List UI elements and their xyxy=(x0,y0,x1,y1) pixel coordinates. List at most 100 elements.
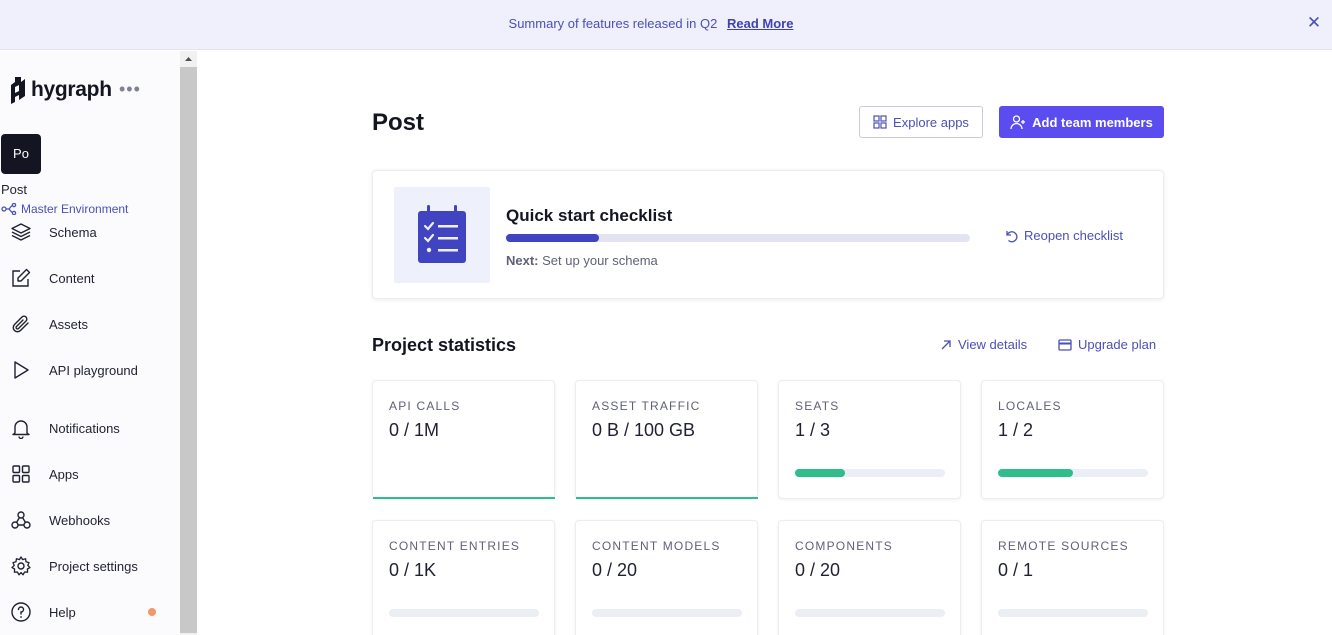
next-step-text: Set up your schema xyxy=(542,253,658,268)
stat-value: 0 B / 100 GB xyxy=(592,420,696,440)
stat-card-remote-sources: REMOTE SOURCES 0 / 1 xyxy=(981,520,1164,635)
stat-label: CONTENT MODELS xyxy=(592,539,721,553)
undo-icon xyxy=(1006,230,1018,242)
view-details-label: View details xyxy=(958,337,1028,352)
sidebar-item-project-settings[interactable]: Project settings xyxy=(0,548,180,584)
stat-label: COMPONENTS xyxy=(795,539,894,553)
next-prefix: Next: xyxy=(506,253,539,268)
stat-card-content-entries: CONTENT ENTRIES 0 / 1K xyxy=(372,520,555,635)
stat-card-api-calls: API CALLS 0 / 1M xyxy=(372,380,555,499)
project-avatar[interactable]: Po xyxy=(1,134,41,174)
layers-icon xyxy=(11,223,31,241)
arrow-up-right-icon xyxy=(941,339,951,349)
apps-grid-icon xyxy=(873,115,887,129)
stat-usage-bar xyxy=(592,609,742,617)
sidebar-item-label: Project settings xyxy=(49,558,138,574)
close-icon: ✕ xyxy=(1306,13,1322,32)
reopen-checklist-button[interactable]: Reopen checklist xyxy=(1004,228,1123,243)
credit-card-icon xyxy=(1058,338,1072,351)
banner-content: Summary of features released in Q2 Read … xyxy=(0,16,1302,31)
sidebar-item-content[interactable]: Content xyxy=(0,260,180,296)
view-details-link[interactable]: View details xyxy=(940,337,1027,352)
stat-value: 0 / 20 xyxy=(592,560,638,580)
announcement-banner: Summary of features released in Q2 Read … xyxy=(0,0,1332,50)
stat-usage-fill xyxy=(795,469,845,477)
stat-value: 1 / 3 xyxy=(795,420,831,440)
stat-usage-line xyxy=(576,497,758,499)
stat-card-asset-traffic: ASSET TRAFFIC 0 B / 100 GB xyxy=(575,380,758,499)
grid-icon xyxy=(12,465,30,483)
stat-value: 0 / 1K xyxy=(389,560,437,580)
help-icon xyxy=(11,602,31,622)
banner-close-button[interactable]: ✕ xyxy=(1304,13,1324,33)
sidebar-item-label: API playground xyxy=(49,362,138,378)
stat-card-content-models: CONTENT MODELS 0 / 20 xyxy=(575,520,758,635)
stat-usage-bar xyxy=(389,609,539,617)
stat-value: 1 / 2 xyxy=(998,420,1034,440)
edit-icon xyxy=(12,268,31,287)
paperclip-icon xyxy=(12,315,29,333)
checklist-title: Quick start checklist xyxy=(506,206,673,225)
sidebar-item-help[interactable]: Help xyxy=(0,594,180,630)
sidebar-item-label: Content xyxy=(49,270,95,286)
stat-label: API CALLS xyxy=(389,399,461,413)
stat-usage-bar xyxy=(795,609,945,617)
stats-heading: Project statistics xyxy=(372,335,517,355)
sidebar-item-api-playground[interactable]: API playground xyxy=(0,352,180,388)
explore-apps-button[interactable]: Explore apps xyxy=(859,106,983,138)
banner-read-more-link[interactable]: Read More xyxy=(727,16,793,31)
stat-usage-line xyxy=(373,497,555,499)
upgrade-plan-label: Upgrade plan xyxy=(1078,337,1157,352)
stat-value: 0 / 1 xyxy=(998,560,1034,580)
quick-start-card: Quick start checklist Next: Set up your … xyxy=(372,170,1164,299)
stat-label: ASSET TRAFFIC xyxy=(592,399,701,413)
more-options-icon[interactable]: ••• xyxy=(119,80,141,98)
sidebar-item-label: Schema xyxy=(49,224,97,240)
sidebar-item-label: Notifications xyxy=(49,420,120,436)
stat-usage-bar xyxy=(998,609,1148,617)
sidebar-item-notifications[interactable]: Notifications xyxy=(0,410,180,446)
sidebar-scrollbar[interactable] xyxy=(180,51,197,635)
sidebar-item-assets[interactable]: Assets xyxy=(0,306,180,342)
sidebar-item-label: Assets xyxy=(49,316,89,332)
checklist-illustration xyxy=(394,187,490,283)
project-name: Post xyxy=(1,182,28,197)
checklist-progress-fill xyxy=(506,234,599,242)
stat-label: REMOTE SOURCES xyxy=(998,539,1129,553)
hygraph-logo[interactable]: hygraph xyxy=(10,75,112,105)
stat-usage-fill xyxy=(998,469,1073,477)
add-team-members-button[interactable]: Add team members xyxy=(999,106,1164,138)
logo-wordmark: hygraph xyxy=(31,78,112,101)
scroll-up-icon[interactable] xyxy=(180,51,197,67)
sidebar: hygraph ••• Po Post Master Environment S… xyxy=(0,51,180,635)
stat-label: SEATS xyxy=(795,399,840,413)
stat-card-seats: SEATS 1 / 3 xyxy=(778,380,961,499)
hygraph-logo-icon xyxy=(11,77,25,104)
upgrade-plan-link[interactable]: Upgrade plan xyxy=(1058,337,1156,352)
stat-value: 0 / 20 xyxy=(795,560,841,580)
play-icon xyxy=(14,361,29,379)
reopen-checklist-label: Reopen checklist xyxy=(1024,228,1123,243)
sidebar-item-label: Webhooks xyxy=(49,512,111,528)
checklist-progress-bar xyxy=(506,234,970,242)
help-notification-dot xyxy=(148,608,156,616)
clipboard-checklist-icon xyxy=(418,205,466,263)
page-title: Post xyxy=(372,109,425,136)
stat-usage-bar xyxy=(998,469,1148,477)
add-team-members-label: Add team members xyxy=(1032,114,1153,130)
scrollbar-thumb[interactable] xyxy=(180,67,197,633)
stat-label: CONTENT ENTRIES xyxy=(389,539,521,553)
sidebar-item-webhooks[interactable]: Webhooks xyxy=(0,502,180,538)
gear-icon xyxy=(11,556,31,576)
webhook-icon xyxy=(11,511,31,529)
sidebar-item-schema[interactable]: Schema xyxy=(0,214,180,250)
add-user-icon xyxy=(1010,115,1026,130)
banner-message: Summary of features released in Q2 xyxy=(508,16,718,31)
sidebar-item-label: Apps xyxy=(49,466,79,482)
checklist-next-step: Next: Set up your schema xyxy=(506,253,658,268)
sidebar-item-apps[interactable]: Apps xyxy=(0,456,180,492)
stat-label: LOCALES xyxy=(998,399,1062,413)
stat-card-locales: LOCALES 1 / 2 xyxy=(981,380,1164,499)
sidebar-item-label: Help xyxy=(49,604,76,620)
stat-usage-bar xyxy=(795,469,945,477)
